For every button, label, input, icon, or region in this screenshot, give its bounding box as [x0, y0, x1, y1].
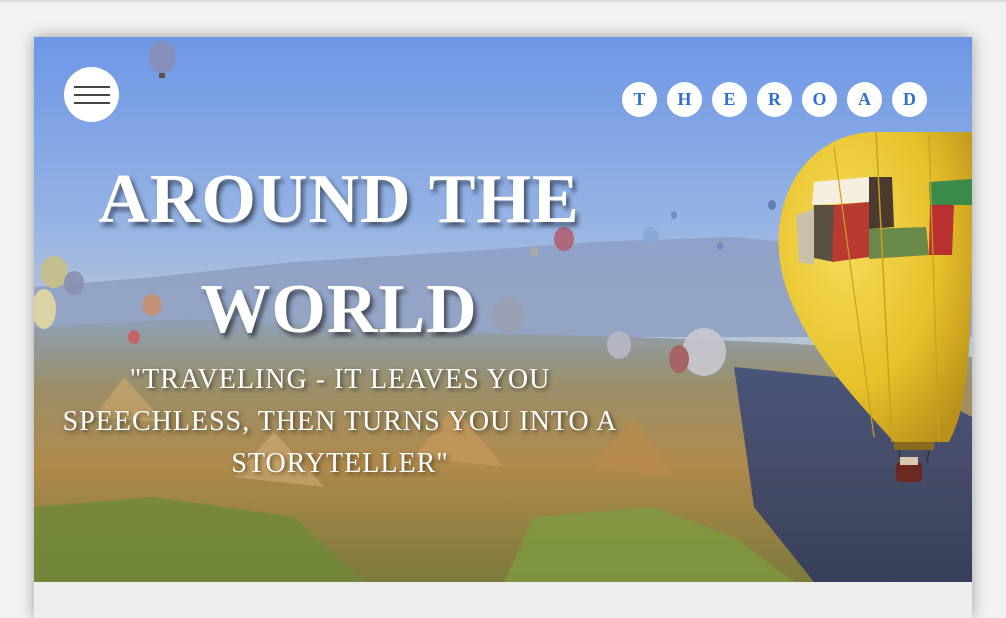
hamburger-icon-line [73, 85, 110, 88]
logo-letter: H [667, 82, 702, 117]
hero-section: T H E R O A D AROUND THE WORLD "TRAVELIN… [34, 37, 972, 582]
site-logo[interactable]: T H E R O A D [622, 82, 927, 117]
content-area [34, 582, 972, 618]
logo-letter: E [712, 82, 747, 117]
logo-letter: R [757, 82, 792, 117]
logo-letter: A [847, 82, 882, 117]
hero-quote: "TRAVELING - IT LEAVES YOU SPEECHLESS, T… [62, 364, 618, 479]
hamburger-icon-line [73, 101, 110, 104]
browser-top-edge [0, 0, 1006, 2]
hero-title: AROUND THE WORLD [54, 145, 624, 365]
hero-title-line-2: WORLD [200, 271, 478, 348]
hero-title-line-1: AROUND THE [98, 161, 580, 238]
logo-letter: T [622, 82, 657, 117]
hamburger-icon-line [73, 93, 110, 96]
logo-letter: O [802, 82, 837, 117]
page-card: T H E R O A D AROUND THE WORLD "TRAVELIN… [34, 37, 972, 618]
logo-letter: D [892, 82, 927, 117]
menu-button[interactable] [64, 67, 119, 122]
